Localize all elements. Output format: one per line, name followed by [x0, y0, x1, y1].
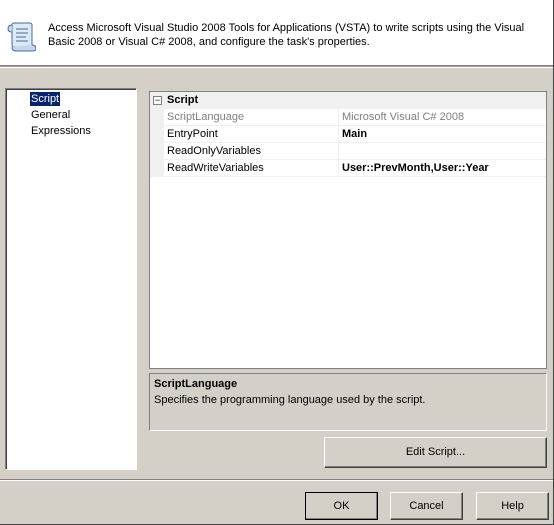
row-gutter	[150, 126, 164, 143]
property-name[interactable]: EntryPoint	[164, 126, 339, 143]
cancel-button[interactable]: Cancel	[390, 492, 463, 520]
property-value[interactable]: Main	[339, 126, 546, 143]
script-task-editor-window: Access Microsoft Visual Studio 2008 Tool…	[0, 0, 554, 525]
nav-item-expressions[interactable]: Expressions	[30, 124, 92, 138]
row-gutter	[150, 143, 164, 160]
property-row-readwritevariables[interactable]: ReadWriteVariables User::PrevMonth,User:…	[150, 160, 546, 177]
header-description: Access Microsoft Visual Studio 2008 Tool…	[48, 22, 525, 48]
property-value[interactable]: Microsoft Visual C# 2008	[339, 109, 546, 126]
property-name[interactable]: ReadWriteVariables	[164, 160, 339, 177]
header-divider	[0, 66, 553, 68]
ok-button[interactable]: OK	[305, 492, 378, 520]
category-row-script[interactable]: − Script	[150, 92, 546, 109]
row-gutter	[150, 160, 164, 177]
help-button[interactable]: Help	[476, 492, 549, 520]
property-name[interactable]: ReadOnlyVariables	[164, 143, 339, 160]
description-text: Specifies the programming language used …	[154, 394, 426, 406]
property-grid[interactable]: − Script ScriptLanguage Microsoft Visual…	[149, 91, 547, 369]
row-gutter	[150, 109, 164, 126]
property-row-entrypoint[interactable]: EntryPoint Main	[150, 126, 546, 143]
nav-item-script[interactable]: Script	[30, 92, 61, 106]
nav-list[interactable]: Script General Expressions	[5, 88, 137, 470]
edit-script-button[interactable]: Edit Script...	[324, 437, 547, 468]
script-scroll-icon	[7, 22, 36, 52]
property-name[interactable]: ScriptLanguage	[164, 109, 339, 126]
description-panel: ScriptLanguage Specifies the programming…	[149, 373, 547, 431]
bottom-divider	[0, 479, 553, 481]
header-banner: Access Microsoft Visual Studio 2008 Tool…	[0, 0, 553, 66]
property-value[interactable]	[339, 143, 546, 160]
description-title: ScriptLanguage	[154, 378, 238, 390]
property-row-scriptlanguage[interactable]: ScriptLanguage Microsoft Visual C# 2008	[150, 109, 546, 126]
property-value[interactable]: User::PrevMonth,User::Year	[339, 160, 546, 177]
collapse-icon[interactable]: −	[153, 96, 162, 105]
nav-item-general[interactable]: General	[30, 108, 71, 122]
property-row-readonlyvariables[interactable]: ReadOnlyVariables	[150, 143, 546, 160]
category-label: Script	[167, 94, 199, 106]
